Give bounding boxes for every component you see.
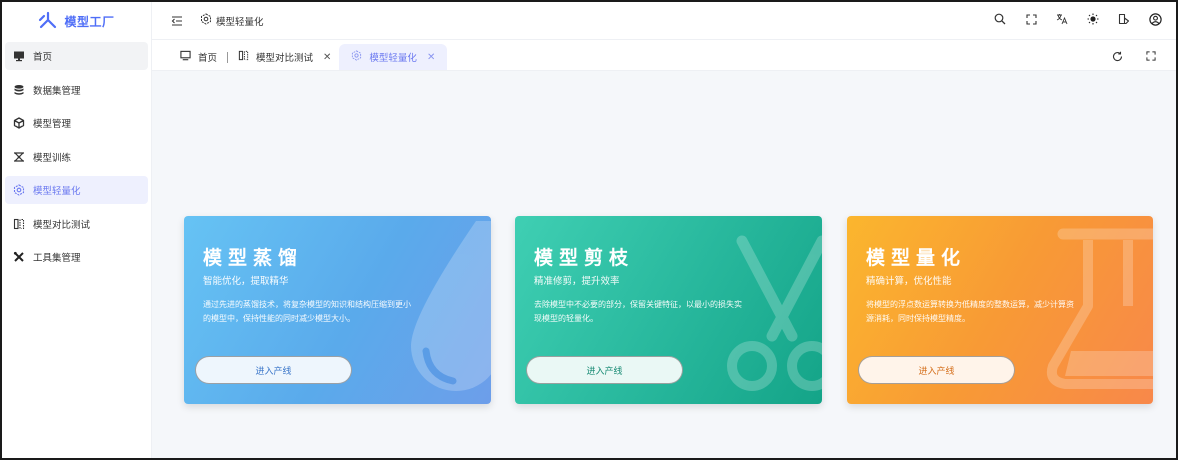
main-content: 模型蒸馏 智能优化，提取精华 通过先进的蒸馏技术，将复杂模型的知识和结构压缩到更… — [152, 71, 1176, 458]
top-header: 模型轻量化 — [152, 2, 1176, 40]
card-subtitle: 精准修剪，提升效率 — [534, 276, 620, 287]
fullscreen-icon[interactable] — [1024, 12, 1038, 26]
close-icon[interactable]: ✕ — [323, 52, 331, 63]
translate-icon[interactable] — [1055, 12, 1069, 26]
close-icon[interactable]: ✕ — [427, 52, 435, 63]
layout-icon[interactable] — [1117, 12, 1131, 26]
card-description: 去除模型中不必要的部分，保留关键特征，以最小的损失实现模型的轻量化。 — [534, 300, 742, 323]
tab-toolbar — [1110, 49, 1158, 63]
card-description: 将模型的浮点数运算转换为低精度的整数运算，减少计算资源消耗，同时保持模型精度。 — [866, 300, 1074, 323]
card-title: 模型蒸馏 — [203, 247, 304, 269]
sidebar-item-home[interactable]: 首页 — [5, 42, 148, 70]
card-quantization: 模型量化 精确计算，优化性能 将模型的浮点数运算转换为低精度的整数运算，减少计算… — [847, 216, 1153, 404]
compare-icon — [13, 218, 25, 230]
fullscreen-icon[interactable] — [1144, 49, 1158, 63]
tab-label: 首页 — [198, 53, 218, 64]
tab-home[interactable]: 首页 — [172, 44, 225, 70]
app-window: 模型工厂 首页 数据集管理 模型管理 模型训练 模型轻量化 模型对比测试 工具集… — [0, 0, 1178, 460]
sidebar-item-training[interactable]: 模型训练 — [5, 143, 148, 171]
sidebar-item-tools[interactable]: 工具集管理 — [5, 243, 148, 271]
compare-icon — [238, 50, 249, 64]
logo-icon — [38, 11, 58, 32]
lightweight-icon — [200, 13, 212, 28]
tab-compare[interactable]: 模型对比测试 ✕ — [230, 44, 339, 70]
train-icon — [13, 151, 25, 163]
sidebar-item-label: 数据集管理 — [33, 85, 81, 97]
card-description: 通过先进的蒸馏技术，将复杂模型的知识和结构压缩到更小的模型中，保持性能的同时减少… — [203, 300, 411, 323]
card-subtitle: 精确计算，优化性能 — [866, 276, 952, 287]
user-icon[interactable] — [1148, 12, 1162, 26]
lightweight-icon — [351, 50, 362, 64]
app-title: 模型工厂 — [64, 14, 115, 29]
monitor-icon — [180, 50, 191, 64]
database-icon — [13, 84, 25, 96]
tab-label: 模型对比测试 — [256, 53, 314, 64]
app-logo[interactable]: 模型工厂 — [2, 2, 151, 40]
sidebar: 模型工厂 首页 数据集管理 模型管理 模型训练 模型轻量化 模型对比测试 工具集… — [2, 2, 152, 458]
search-icon[interactable] — [993, 12, 1007, 26]
breadcrumb-current[interactable]: 模型轻量化 — [216, 14, 264, 28]
sidebar-item-label: 模型轻量化 — [33, 186, 81, 197]
card-title: 模型量化 — [866, 247, 967, 269]
tab-bar: 首页 模型对比测试 ✕ 模型轻量化 ✕ — [152, 40, 1176, 71]
sidebar-item-label: 首页 — [33, 52, 53, 63]
card-subtitle: 智能优化，提取精华 — [203, 276, 289, 287]
sidebar-item-label: 模型训练 — [33, 152, 72, 164]
header-toolbar — [993, 12, 1162, 26]
tab-label: 模型轻量化 — [369, 53, 417, 64]
sidebar-item-label: 模型管理 — [33, 119, 72, 130]
tab-divider — [227, 51, 229, 63]
cube-icon — [13, 117, 25, 129]
sidebar-item-models[interactable]: 模型管理 — [5, 109, 148, 137]
card-distillation: 模型蒸馏 智能优化，提取精华 通过先进的蒸馏技术，将复杂模型的知识和结构压缩到更… — [184, 216, 491, 404]
sidebar-item-datasets[interactable]: 数据集管理 — [5, 76, 148, 104]
monitor-icon — [13, 50, 25, 62]
card-pruning: 模型剪枝 精准修剪，提升效率 去除模型中不必要的部分，保留关键特征，以最小的损失… — [515, 216, 822, 404]
sidebar-item-label: 模型对比测试 — [33, 219, 91, 231]
enter-pipeline-button[interactable]: 进入产线 — [526, 356, 683, 384]
lightweight-icon — [13, 184, 25, 196]
theme-sun-icon[interactable] — [1086, 12, 1100, 26]
tab-lightweight[interactable]: 模型轻量化 ✕ — [339, 44, 448, 70]
sidebar-item-label: 工具集管理 — [33, 253, 81, 264]
menu-collapse-icon[interactable] — [170, 14, 184, 28]
sidebar-menu: 首页 数据集管理 模型管理 模型训练 模型轻量化 模型对比测试 工具集管理 — [2, 40, 151, 279]
enter-pipeline-button[interactable]: 进入产线 — [858, 356, 1015, 384]
enter-pipeline-button[interactable]: 进入产线 — [195, 356, 352, 384]
card-title: 模型剪枝 — [534, 247, 635, 269]
sidebar-item-compare[interactable]: 模型对比测试 — [5, 210, 148, 238]
sidebar-item-lightweight[interactable]: 模型轻量化 — [5, 176, 148, 204]
breadcrumb: 模型轻量化 — [200, 13, 264, 28]
tools-icon — [13, 251, 25, 263]
refresh-icon[interactable] — [1110, 49, 1124, 63]
